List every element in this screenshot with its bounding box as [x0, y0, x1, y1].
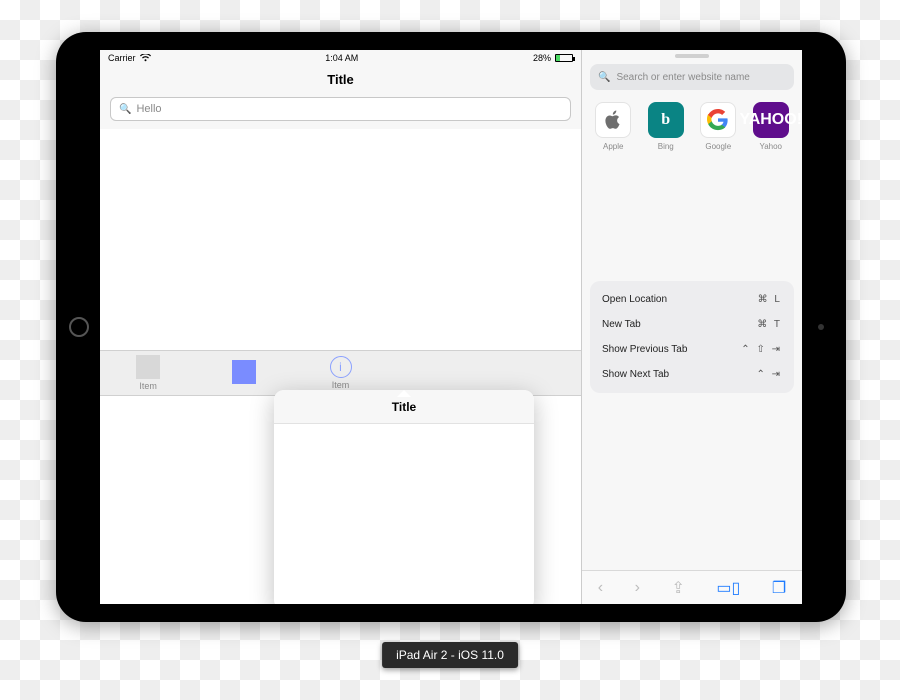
- shortcut-keys: ⌃ ⇧ ⇥: [741, 344, 782, 355]
- safari-toolbar: ‹ › ⇪ ▭▯ ❐: [582, 570, 802, 604]
- search-icon: 🔍: [598, 72, 610, 83]
- address-bar[interactable]: 🔍 Search or enter website name: [590, 64, 794, 90]
- favorite-bing[interactable]: b Bing: [645, 102, 688, 151]
- bookmarks-icon[interactable]: ▭▯: [716, 578, 740, 598]
- search-bar-container: 🔍 Hello: [100, 97, 581, 129]
- shortcut-prev-tab[interactable]: Show Previous Tab ⌃ ⇧ ⇥: [590, 337, 794, 362]
- primary-app: Carrier 1:04 AM 28% Title 🔍 Hello: [100, 50, 582, 604]
- shortcut-label: Show Next Tab: [602, 369, 669, 380]
- shortcut-label: Open Location: [602, 294, 667, 305]
- favorite-google[interactable]: Google: [697, 102, 740, 151]
- search-input[interactable]: 🔍 Hello: [110, 97, 571, 121]
- tab-label: Item: [139, 381, 157, 391]
- tab-item-2[interactable]: i Item: [292, 356, 388, 390]
- ipad-bezel: Carrier 1:04 AM 28% Title 🔍 Hello: [56, 32, 846, 622]
- safari-slideover: 🔍 Search or enter website name Apple b B…: [582, 50, 802, 604]
- shortcut-keys: ⌘ T: [757, 319, 782, 330]
- home-button[interactable]: [69, 317, 89, 337]
- front-camera: [818, 324, 824, 330]
- keyboard-shortcuts-panel: Open Location ⌘ L New Tab ⌘ T Show Previ…: [590, 281, 794, 393]
- battery-pct-label: 28%: [533, 53, 551, 63]
- shortcut-keys: ⌘ L: [758, 294, 782, 305]
- shortcut-new-tab[interactable]: New Tab ⌘ T: [590, 312, 794, 337]
- ipad-screen: Carrier 1:04 AM 28% Title 🔍 Hello: [100, 50, 802, 604]
- placeholder-icon: [136, 355, 160, 379]
- favorite-label: Google: [705, 142, 731, 151]
- tab-label: Item: [332, 380, 350, 390]
- popover-title: Title: [274, 390, 534, 424]
- shortcut-label: New Tab: [602, 319, 641, 330]
- shortcut-keys: ⌃ ⇥: [756, 369, 782, 380]
- address-placeholder: Search or enter website name: [616, 72, 749, 83]
- carrier-label: Carrier: [108, 53, 136, 63]
- yahoo-icon: YAHOO!: [753, 102, 789, 138]
- status-bar: Carrier 1:04 AM 28%: [100, 50, 581, 66]
- apple-icon: [595, 102, 631, 138]
- favorites-row: Apple b Bing Google YAHOO! Yahoo: [582, 98, 802, 161]
- favorite-apple[interactable]: Apple: [592, 102, 635, 151]
- simulator-device-label: iPad Air 2 - iOS 11.0: [382, 642, 518, 668]
- tab-item-1[interactable]: [196, 360, 292, 386]
- favorite-yahoo[interactable]: YAHOO! Yahoo: [750, 102, 793, 151]
- tab-item-0[interactable]: Item: [100, 355, 196, 391]
- placeholder-icon: [232, 360, 256, 384]
- search-placeholder: Hello: [136, 103, 161, 115]
- favorite-label: Yahoo: [759, 142, 782, 151]
- slideover-grabber[interactable]: [675, 54, 709, 58]
- share-icon[interactable]: ⇪: [671, 578, 684, 598]
- shortcut-next-tab[interactable]: Show Next Tab ⌃ ⇥: [590, 362, 794, 387]
- battery-icon: [555, 54, 573, 62]
- shortcut-label: Show Previous Tab: [602, 344, 687, 355]
- google-icon: [700, 102, 736, 138]
- forward-icon[interactable]: ›: [635, 579, 640, 597]
- back-icon[interactable]: ‹: [598, 579, 603, 597]
- favorite-label: Bing: [658, 142, 674, 151]
- clock-label: 1:04 AM: [325, 53, 358, 63]
- popover: Title: [274, 390, 534, 604]
- shortcut-open-location[interactable]: Open Location ⌘ L: [590, 287, 794, 312]
- tabs-icon[interactable]: ❐: [772, 578, 786, 598]
- bing-icon: b: [648, 102, 684, 138]
- info-icon: i: [330, 356, 352, 378]
- nav-bar-title: Title: [100, 66, 581, 97]
- wifi-icon: [140, 54, 151, 62]
- favorite-label: Apple: [603, 142, 623, 151]
- search-icon: 🔍: [119, 104, 131, 115]
